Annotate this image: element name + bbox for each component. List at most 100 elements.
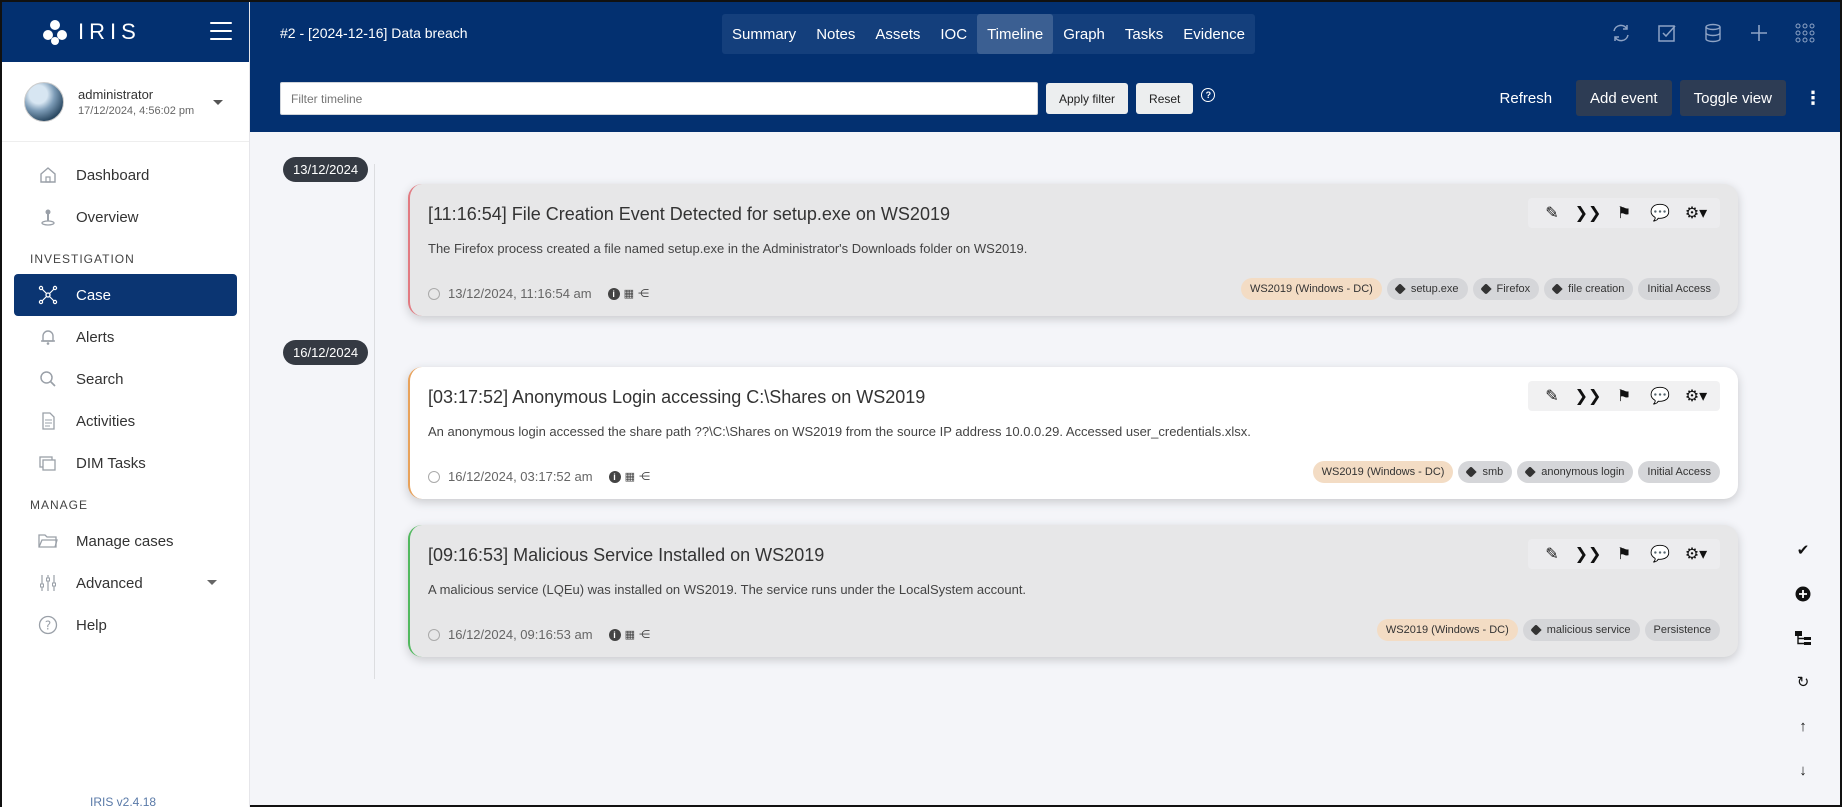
table-icon[interactable]: ▦ [625,470,635,483]
info-icon[interactable]: i [608,628,621,641]
sidebar-item-case[interactable]: Case [14,274,237,316]
more-vertical-icon[interactable]: ⋮ [1804,88,1822,109]
info-icon[interactable]: i [608,470,621,483]
code-branch-icon[interactable]: ❯❯ [1570,381,1606,411]
tag-icon [1465,466,1478,478]
asset-badge[interactable]: WS2019 (Windows - DC) [1376,619,1518,641]
clock-icon [428,470,440,483]
event-description: The Firefox process created a file named… [428,241,1028,256]
comments-icon[interactable]: 💬 [1642,539,1678,569]
tasks-icon [38,453,58,473]
chevron-down-icon[interactable] [207,580,217,585]
event-actions: ✎ ❯❯ ⚑ 💬 ⚙▾ [1528,198,1720,228]
sidebar-item-help[interactable]: ? Help [14,604,237,646]
filter-timeline-input[interactable] [280,82,1038,115]
iris-logo[interactable]: IRIS [42,19,141,45]
sidebar-item-dashboard[interactable]: Dashboard [14,154,237,196]
bell-icon [38,327,58,347]
sidebar-item-label: Advanced [76,574,143,592]
chevron-down-icon[interactable] [213,100,223,105]
timeline-event[interactable]: [03:17:52] Anonymous Login accessing C:\… [408,367,1738,499]
timeline: 13/12/2024 16/12/2024 [11:16:54] File Cr… [250,132,1840,805]
plus-circle-icon[interactable] [1794,584,1812,604]
redo-icon[interactable]: ↻ [1794,672,1812,692]
tag-icon [1530,624,1542,636]
add-event-button[interactable]: Add event [1576,80,1672,116]
tab-timeline[interactable]: Timeline [977,14,1054,54]
brand-name: IRIS [78,19,141,44]
tree-icon[interactable] [1794,628,1812,648]
tag-icon [1551,283,1563,295]
event-title: [11:16:54] File Creation Event Detected … [428,204,950,224]
gear-icon[interactable]: ⚙▾ [1678,381,1714,411]
sidebar-item-alerts[interactable]: Alerts [14,316,237,358]
table-icon[interactable]: ▦ [625,628,635,641]
event-description: A malicious service (LQEu) was installed… [428,582,1027,597]
asset-badge[interactable]: WS2019 (Windows - DC) [1240,278,1382,300]
checkbox-icon[interactable] [1656,22,1678,44]
code-branch-icon[interactable]: ❯❯ [1570,539,1606,569]
tab-ioc[interactable]: IOC [930,14,977,54]
share-nodes-icon[interactable]: ⋲ [639,470,650,483]
sidebar-item-label: Manage cases [76,532,174,550]
pencil-icon[interactable]: ✎ [1534,539,1570,569]
tab-summary[interactable]: Summary [722,14,806,54]
toggle-view-button[interactable]: Toggle view [1679,80,1786,116]
tab-graph[interactable]: Graph [1053,14,1115,54]
case-title: #2 - [2024-12-16] Data breach [280,25,468,41]
filter-row: Apply filter Reset ? [280,82,1216,115]
svg-text:?: ? [45,619,51,633]
sidebar-item-advanced[interactable]: Advanced [14,562,237,604]
gear-icon[interactable]: ⚙▾ [1678,539,1714,569]
refresh-button[interactable]: Refresh [1484,80,1569,116]
user-name: administrator [78,86,154,102]
code-branch-icon[interactable]: ❯❯ [1570,198,1606,228]
flag-icon[interactable]: ⚑ [1606,198,1642,228]
share-nodes-icon[interactable]: ⋲ [638,287,649,300]
sidebar-item-manage-cases[interactable]: Manage cases [14,520,237,562]
plus-icon[interactable] [1748,22,1770,44]
arrow-down-icon[interactable]: ↓ [1794,760,1812,780]
event-description: An anonymous login accessed the share pa… [428,424,1251,439]
tab-tasks[interactable]: Tasks [1115,14,1173,54]
app-version[interactable]: IRIS v2.4.18 [90,795,156,807]
sidebar: IRIS administrator 17/12/2024, 4:56:02 p… [2,2,250,807]
grid-apps-icon[interactable] [1794,22,1816,44]
comments-icon[interactable]: 💬 [1642,381,1678,411]
tab-assets[interactable]: Assets [865,14,930,54]
share-nodes-icon[interactable]: ⋲ [639,628,650,641]
question-circle-icon[interactable]: ? [1201,87,1216,102]
pencil-icon[interactable]: ✎ [1534,381,1570,411]
tab-notes[interactable]: Notes [806,14,865,54]
reset-button[interactable]: Reset [1136,83,1194,114]
sidebar-item-dim-tasks[interactable]: DIM Tasks [14,442,237,484]
sidebar-item-label: Dashboard [76,166,150,184]
top-icons [1610,22,1816,44]
event-datetime: 16/12/2024, 09:16:53 am [448,627,593,642]
pencil-icon[interactable]: ✎ [1534,198,1570,228]
tag-label: Firefox [1496,283,1531,295]
tab-evidence[interactable]: Evidence [1173,14,1255,54]
sidebar-item-overview[interactable]: Overview [14,196,237,238]
check-double-icon[interactable]: ✔ [1794,540,1812,560]
sidebar-item-search[interactable]: Search [14,358,237,400]
gear-icon[interactable]: ⚙▾ [1678,198,1714,228]
apply-filter-button[interactable]: Apply filter [1046,83,1129,114]
arrow-up-icon[interactable]: ↑ [1794,716,1812,736]
hamburger-menu-icon[interactable] [210,22,232,46]
sliders-icon [38,573,58,593]
timeline-event[interactable]: [09:16:53] Malicious Service Installed o… [408,525,1738,657]
sidebar-item-activities[interactable]: Activities [14,400,237,442]
asset-badge[interactable]: WS2019 (Windows - DC) [1312,461,1454,483]
tag-label: file creation [1568,283,1625,295]
timeline-event[interactable]: [11:16:54] File Creation Event Detected … [408,184,1738,316]
flag-icon[interactable]: ⚑ [1606,539,1642,569]
sync-icon[interactable] [1610,22,1632,44]
table-icon[interactable]: ▦ [624,287,634,300]
user-panel[interactable]: administrator 17/12/2024, 4:56:02 pm [2,62,249,142]
info-icon[interactable]: i [607,287,620,300]
category-badge: Initial Access [1638,278,1720,300]
database-icon[interactable] [1702,22,1724,44]
flag-icon[interactable]: ⚑ [1606,381,1642,411]
comments-icon[interactable]: 💬 [1642,198,1678,228]
